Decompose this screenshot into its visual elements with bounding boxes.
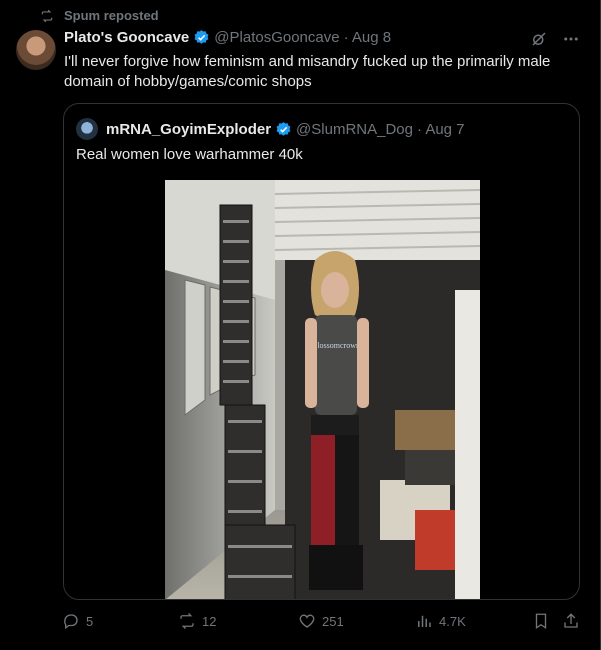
bookmark-icon <box>535 613 547 630</box>
quote-header: mRNA_GoyimExploder @SlumRNA_Dog · Aug 7 <box>76 118 465 140</box>
reply-icon <box>64 614 78 630</box>
quote-date[interactable]: · Aug 7 <box>417 121 465 138</box>
repost-indicator[interactable]: Spum reposted <box>40 8 159 23</box>
author-avatar[interactable] <box>16 30 56 70</box>
verified-badge-icon[interactable] <box>275 121 292 138</box>
like-button[interactable]: 251 <box>298 612 344 630</box>
quote-photo[interactable]: Blossomcrown <box>165 180 480 599</box>
quote-author-name[interactable]: mRNA_GoyimExploder <box>106 121 271 138</box>
reply-count: 5 <box>86 613 94 629</box>
photo-illustration: Blossomcrown <box>165 180 480 599</box>
like-count: 251 <box>322 613 344 629</box>
tweet-header: Plato's Gooncave @PlatosGooncave · Aug 8 <box>64 29 391 46</box>
more-options-icon[interactable] <box>562 30 580 48</box>
tweet-post[interactable]: Spum reposted Plato's Gooncave @PlatosGo… <box>0 0 601 650</box>
views-count: 4.7K <box>439 613 466 629</box>
photo-shirt-text: Blossomcrown <box>312 341 360 350</box>
repost-icon <box>41 9 53 22</box>
quote-author-handle[interactable]: @SlumRNA_Dog <box>296 121 413 138</box>
views-icon <box>418 615 431 627</box>
share-button[interactable] <box>562 612 580 630</box>
author-name[interactable]: Plato's Gooncave <box>64 29 189 46</box>
author-handle[interactable]: @PlatosGooncave <box>214 29 339 46</box>
heart-icon <box>299 614 315 628</box>
quoted-tweet[interactable]: mRNA_GoyimExploder @SlumRNA_Dog · Aug 7 … <box>63 103 580 600</box>
repost-count: 12 <box>202 613 217 629</box>
repost-button[interactable]: 12 <box>178 612 216 630</box>
views-button[interactable]: 4.7K <box>415 612 466 630</box>
repost-icon <box>180 613 194 629</box>
share-icon <box>564 613 578 628</box>
tweet-text: I'll never forgive how feminism and misa… <box>64 53 551 90</box>
tweet-date[interactable]: · Aug 8 <box>344 29 392 46</box>
verified-badge-icon[interactable] <box>193 29 210 46</box>
quote-text: Real women love warhammer 40k <box>76 146 303 163</box>
grok-icon[interactable] <box>530 30 548 48</box>
header-actions <box>530 30 580 48</box>
quote-author-avatar[interactable] <box>76 118 98 140</box>
reply-button[interactable]: 5 <box>62 612 93 630</box>
repost-label: Spum reposted <box>64 8 159 23</box>
action-bar: 5 12 251 4.7K <box>62 612 584 636</box>
bookmark-button[interactable] <box>532 612 550 630</box>
